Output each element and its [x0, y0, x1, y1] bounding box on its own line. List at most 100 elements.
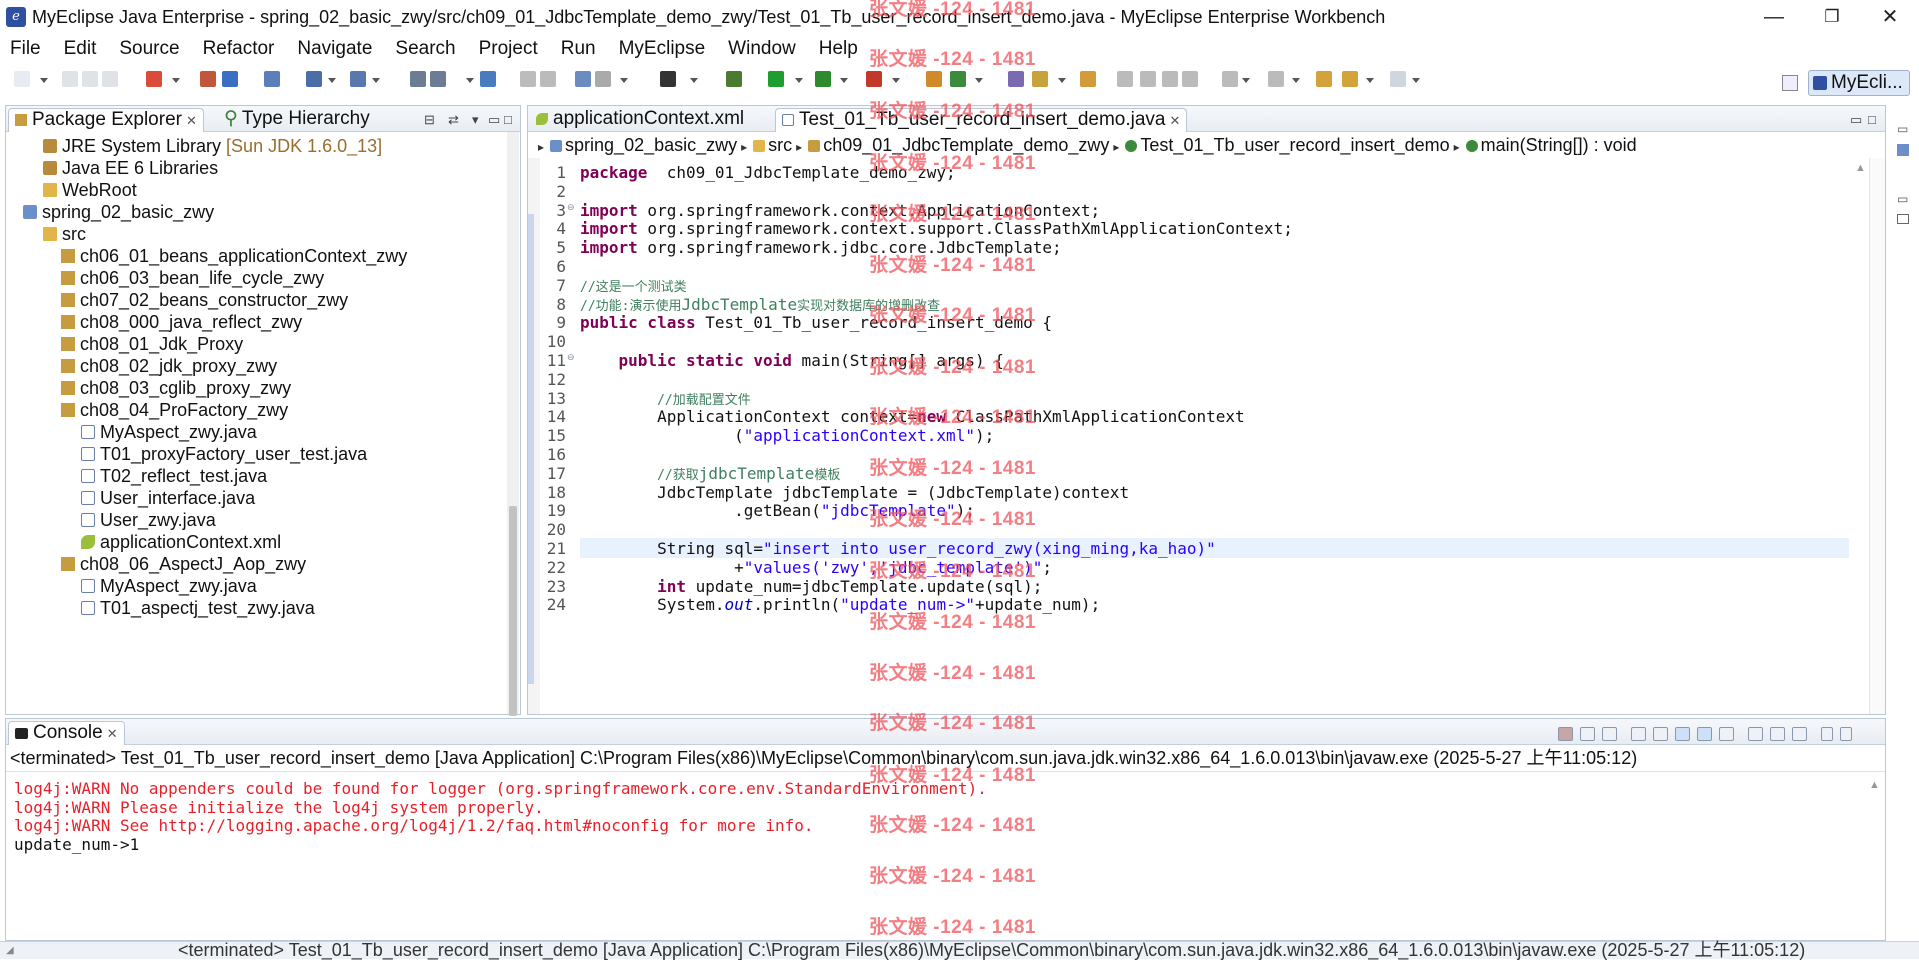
menu-window[interactable]: Window [728, 36, 796, 60]
image-icon[interactable] [410, 71, 426, 87]
collapse-all-icon[interactable]: ⊟ [424, 112, 435, 128]
tree-item[interactable]: spring_02_basic_zwy [23, 201, 214, 223]
open-type-icon[interactable] [200, 71, 216, 87]
tree-item[interactable]: ch08_06_AspectJ_Aop_zwy [61, 553, 306, 575]
web-browser-icon[interactable] [264, 71, 280, 87]
fast-view-icon[interactable]: ◢ [6, 945, 14, 956]
run-last-icon[interactable] [815, 71, 831, 87]
tree-item[interactable]: User_zwy.java [81, 509, 216, 531]
annotation-icon[interactable] [1117, 71, 1133, 87]
tree-item[interactable]: T01_proxyFactory_user_test.java [81, 443, 367, 465]
close-tab-icon[interactable]: ✕ [186, 113, 197, 128]
menu-refactor[interactable]: Refactor [203, 36, 275, 60]
back-icon[interactable] [1342, 71, 1358, 87]
open-task-icon[interactable] [1008, 71, 1024, 87]
save-icon[interactable] [62, 71, 78, 87]
next-annotation-icon[interactable] [1222, 71, 1238, 87]
pin-console-icon[interactable] [1748, 726, 1763, 741]
clear-console-icon[interactable] [1631, 726, 1646, 741]
chevron-down-icon[interactable] [172, 78, 180, 83]
chevron-down-icon[interactable] [690, 78, 698, 83]
tab-console[interactable]: Console ✕ [8, 721, 125, 745]
minimize-view-icon[interactable] [1821, 726, 1833, 741]
console-trim-icon[interactable] [1897, 214, 1909, 224]
whitespace-icon[interactable] [1182, 71, 1198, 87]
breadcrumb-item[interactable]: Test_01_Tb_user_record_insert_demo [1125, 135, 1450, 155]
word-wrap-icon[interactable] [1675, 726, 1690, 741]
link-with-editor-icon[interactable]: ⇄ [448, 112, 459, 128]
scroll-up-icon[interactable]: ▲ [1869, 779, 1880, 791]
menu-project[interactable]: Project [479, 36, 538, 60]
maximize-view-icon[interactable]: □ [504, 112, 512, 127]
tree-item[interactable]: MyAspect_zwy.java [81, 575, 257, 597]
navigator-icon[interactable] [430, 71, 446, 87]
tab-applicationcontext-xml[interactable]: applicationContext.xml [530, 108, 750, 132]
globe-icon[interactable] [480, 71, 496, 87]
minimize-view-icon[interactable]: ▭ [488, 112, 500, 128]
prev-annotation-icon[interactable] [1268, 71, 1284, 87]
close-tab-icon[interactable]: ✕ [107, 726, 118, 741]
menu-navigate[interactable]: Navigate [297, 36, 372, 60]
tab-type-hierarchy[interactable]: ⚲ Type Hierarchy [218, 108, 376, 132]
tree-item[interactable]: ch06_03_bean_life_cycle_zwy [61, 267, 324, 289]
breadcrumb-item[interactable]: src [753, 135, 792, 155]
show-on-stdout-icon[interactable] [1697, 726, 1712, 741]
open-perspective-icon[interactable] [1782, 75, 1798, 91]
maximize-view-icon[interactable] [1840, 726, 1852, 741]
chevron-down-icon[interactable] [620, 78, 628, 83]
minimize-button[interactable]: — [1745, 0, 1803, 34]
tree-item[interactable]: ch08_02_jdk_proxy_zwy [61, 355, 277, 377]
fold-icon[interactable]: ⊖ [567, 352, 575, 363]
tree-item[interactable]: src [43, 223, 86, 245]
tree-item[interactable]: MyAspect_zwy.java [81, 421, 257, 443]
editor-icon[interactable] [660, 71, 676, 87]
breadcrumb-item[interactable]: main(String[]) : void [1465, 135, 1637, 155]
restore-icon[interactable]: ▭ [1897, 122, 1908, 136]
forward-icon[interactable] [1390, 71, 1406, 87]
chevron-down-icon[interactable] [795, 78, 803, 83]
chevron-down-icon[interactable] [840, 78, 848, 83]
chevron-down-icon[interactable] [975, 78, 983, 83]
chevron-down-icon[interactable] [1242, 78, 1250, 83]
restore-icon[interactable]: ▭ [1897, 192, 1908, 206]
deploy-icon[interactable] [350, 71, 366, 87]
scroll-up-icon[interactable]: ▲ [1855, 162, 1866, 174]
tree-item[interactable]: Java EE 6 Libraries [43, 157, 218, 179]
tree-item[interactable]: WebRoot [43, 179, 137, 201]
external-tools-icon[interactable] [866, 71, 882, 87]
chevron-down-icon[interactable] [892, 78, 900, 83]
console-scrollbar[interactable]: ▲ [1869, 775, 1881, 940]
scrollbar-thumb[interactable] [509, 506, 517, 716]
tree-item[interactable]: JRE System Library [Sun JDK 1.6.0_13] [43, 135, 382, 157]
tab-package-explorer[interactable]: Package Explorer ✕ [8, 108, 204, 132]
hierarchy-icon[interactable] [1080, 71, 1096, 87]
show-on-stderr-icon[interactable] [1719, 726, 1734, 741]
remove-all-icon[interactable] [1602, 726, 1617, 741]
tree-item[interactable]: ch07_02_beans_constructor_zwy [61, 289, 348, 311]
menu-run[interactable]: Run [561, 36, 596, 60]
tree-item[interactable]: T02_reflect_test.java [81, 465, 267, 487]
scroll-lock-icon[interactable] [1653, 726, 1668, 741]
server-icon[interactable] [306, 71, 322, 87]
terminate-icon[interactable] [540, 71, 556, 87]
print-icon[interactable] [102, 71, 118, 87]
explorer-scrollbar[interactable] [507, 132, 519, 716]
breadcrumb-item[interactable]: spring_02_basic_zwy [550, 135, 737, 155]
menu-myeclipse[interactable]: MyEclipse [619, 36, 706, 60]
tree-item[interactable]: ch06_01_beans_applicationContext_zwy [61, 245, 407, 267]
fold-icon[interactable]: ⊖ [567, 202, 575, 213]
display-console-icon[interactable] [1770, 726, 1785, 741]
new-icon[interactable] [14, 71, 30, 87]
perspective-button[interactable]: MyEcli... [1808, 70, 1910, 96]
maximize-button[interactable]: ❐ [1803, 0, 1861, 34]
tree-item[interactable]: ch08_000_java_reflect_zwy [61, 311, 302, 333]
mark-occurrences-icon[interactable] [1140, 71, 1156, 87]
new-class-icon[interactable] [950, 71, 966, 87]
remove-launch-icon[interactable] [1580, 726, 1595, 741]
menu-source[interactable]: Source [119, 36, 179, 60]
search-icon[interactable] [1032, 71, 1048, 87]
chevron-down-icon[interactable] [1412, 78, 1420, 83]
new-package-icon[interactable] [926, 71, 942, 87]
save-all-icon[interactable] [82, 71, 98, 87]
terminate-icon[interactable] [1558, 726, 1573, 741]
